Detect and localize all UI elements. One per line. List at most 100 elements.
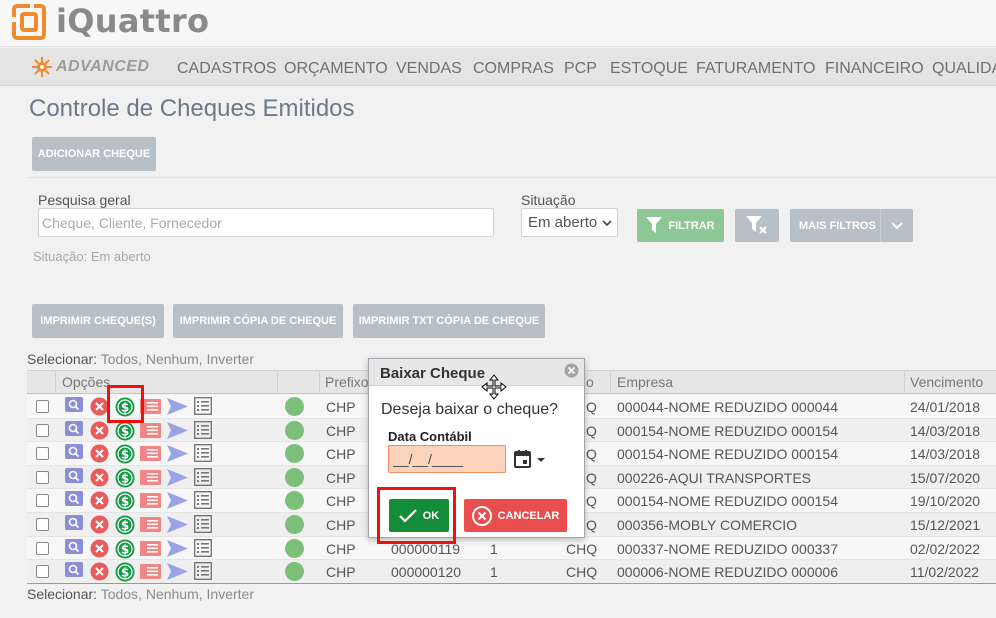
send-icon[interactable] <box>167 421 188 439</box>
view-icon[interactable] <box>65 397 83 412</box>
baixar-dollar-icon[interactable]: $ <box>115 468 135 488</box>
dialog-header[interactable]: Baixar Cheque <box>369 359 584 386</box>
table-row[interactable]: $ CHP 000000120 1 CHQ 000006-NOME REDUZI… <box>27 560 996 584</box>
delete-icon[interactable] <box>90 515 109 534</box>
filter-button[interactable]: FILTRAR <box>637 209 724 242</box>
send-icon[interactable] <box>167 516 188 533</box>
print-cheques-button[interactable]: IMPRIMIR CHEQUE(S) <box>32 304 164 338</box>
view-icon[interactable] <box>65 515 83 530</box>
add-cheque-button[interactable]: ADICIONAR CHEQUE <box>32 137 156 171</box>
send-icon[interactable] <box>167 563 188 581</box>
cancel-button[interactable]: CANCELAR <box>464 499 567 532</box>
list-icon[interactable] <box>194 538 212 557</box>
more-filters-button[interactable]: MAIS FILTROS <box>790 209 913 242</box>
clear-filter-button[interactable] <box>735 209 779 242</box>
send-icon[interactable] <box>167 445 188 463</box>
nav-faturamento[interactable]: FATURAMENTO <box>696 60 815 78</box>
delete-icon[interactable] <box>90 468 109 487</box>
select-all-link[interactable]: Todos, <box>101 586 142 602</box>
select-none-link[interactable]: Nenhum, <box>146 586 203 602</box>
document-icon[interactable] <box>140 469 161 485</box>
select-invert-link[interactable]: Inverter <box>207 351 254 367</box>
row-checkbox[interactable] <box>36 423 49 437</box>
send-icon[interactable] <box>167 492 188 510</box>
baixar-dollar-icon[interactable]: $ <box>115 515 135 535</box>
baixar-dollar-icon[interactable]: $ <box>115 421 135 441</box>
print-txt-copy-button[interactable]: IMPRIMIR TXT CÓPIA DE CHEQUE <box>353 304 545 338</box>
delete-icon[interactable] <box>90 491 109 510</box>
document-icon[interactable] <box>140 564 161 580</box>
search-input[interactable] <box>38 208 494 237</box>
nav-vendas[interactable]: VENDAS <box>396 60 462 78</box>
delete-icon[interactable] <box>90 539 109 558</box>
send-icon[interactable] <box>167 539 188 557</box>
table-row[interactable]: $ CHP 000000119 1 CHQ 000337-NOME REDUZI… <box>27 536 996 561</box>
view-icon[interactable] <box>65 420 83 436</box>
list-icon[interactable] <box>194 444 212 463</box>
nav-qualidade[interactable]: QUALIDA <box>932 60 996 78</box>
delete-icon[interactable] <box>90 562 109 581</box>
view-icon[interactable] <box>65 444 83 460</box>
row-checkbox[interactable] <box>36 470 49 484</box>
delete-icon[interactable] <box>90 421 109 440</box>
row-checkbox[interactable] <box>36 494 49 508</box>
view-icon[interactable] <box>65 467 83 483</box>
select-invert-link[interactable]: Inverter <box>207 586 254 602</box>
delete-icon[interactable] <box>90 444 109 463</box>
document-icon[interactable] <box>140 540 161 556</box>
cell-empresa: 000154-NOME REDUZIDO 000154 <box>617 422 838 439</box>
situacao-value: Em aberto <box>528 214 598 231</box>
cell-empresa: 000154-NOME REDUZIDO 000154 <box>617 493 838 510</box>
view-icon[interactable] <box>65 538 83 554</box>
list-icon[interactable] <box>194 491 212 510</box>
row-checkbox[interactable] <box>36 447 49 461</box>
nav-estoque[interactable]: ESTOQUE <box>610 60 688 78</box>
accounting-date-input[interactable] <box>388 445 506 473</box>
nav-orcamento[interactable]: ORÇAMENTO <box>284 60 388 78</box>
baixar-dollar-icon[interactable]: $ <box>115 444 135 464</box>
row-checkbox[interactable] <box>36 541 49 555</box>
nav-compras[interactable]: COMPRAS <box>473 60 554 78</box>
list-icon[interactable] <box>194 397 212 415</box>
calendar-icon[interactable] <box>514 450 550 470</box>
row-checkbox[interactable] <box>36 400 49 413</box>
status-indicator <box>285 491 304 511</box>
select-all-link[interactable]: Todos, <box>101 351 142 367</box>
page-title: Controle de Cheques Emitidos <box>29 95 355 122</box>
nav-cadastros[interactable]: CADASTROS <box>177 60 277 78</box>
close-icon[interactable] <box>564 363 579 378</box>
svg-text:$: $ <box>121 519 129 533</box>
view-icon[interactable] <box>65 491 83 507</box>
send-icon[interactable] <box>167 468 188 486</box>
header-vencimento[interactable]: Vencimento <box>910 374 983 390</box>
header-tipo[interactable]: o <box>586 374 594 390</box>
document-icon[interactable] <box>140 446 161 462</box>
list-icon[interactable] <box>194 515 212 533</box>
view-icon[interactable] <box>65 562 83 578</box>
print-copy-button[interactable]: IMPRIMIR CÓPIA DE CHEQUE <box>173 304 343 338</box>
list-icon[interactable] <box>194 467 212 486</box>
document-icon[interactable] <box>140 517 161 532</box>
baixar-dollar-icon[interactable]: $ <box>115 562 135 582</box>
list-icon[interactable] <box>194 420 212 439</box>
search-label: Pesquisa geral <box>38 192 131 208</box>
more-filters-toggle[interactable] <box>880 209 913 242</box>
nav-pcp[interactable]: PCP <box>564 60 597 78</box>
document-icon[interactable] <box>140 422 161 438</box>
nav-financeiro[interactable]: FINANCEIRO <box>825 60 924 78</box>
cell-tipo: CHQ <box>566 540 598 557</box>
baixar-dollar-icon[interactable]: $ <box>115 539 135 559</box>
row-checkbox[interactable] <box>36 565 49 579</box>
document-icon[interactable] <box>140 493 161 509</box>
header-empresa[interactable]: Empresa <box>617 374 673 390</box>
select-none-link[interactable]: Nenhum, <box>146 351 203 367</box>
situacao-select[interactable]: Em aberto <box>521 208 618 237</box>
cell-tipo: Q <box>586 517 597 533</box>
situacao-note: Situação: Em aberto <box>33 249 151 264</box>
baixar-dollar-icon[interactable]: $ <box>115 491 135 511</box>
list-icon[interactable] <box>194 562 212 581</box>
header-prefixo[interactable]: Prefixo <box>325 374 369 390</box>
send-icon[interactable] <box>167 398 188 415</box>
cell-vencimento: 19/10/2020 <box>910 493 981 510</box>
row-checkbox[interactable] <box>36 518 49 531</box>
